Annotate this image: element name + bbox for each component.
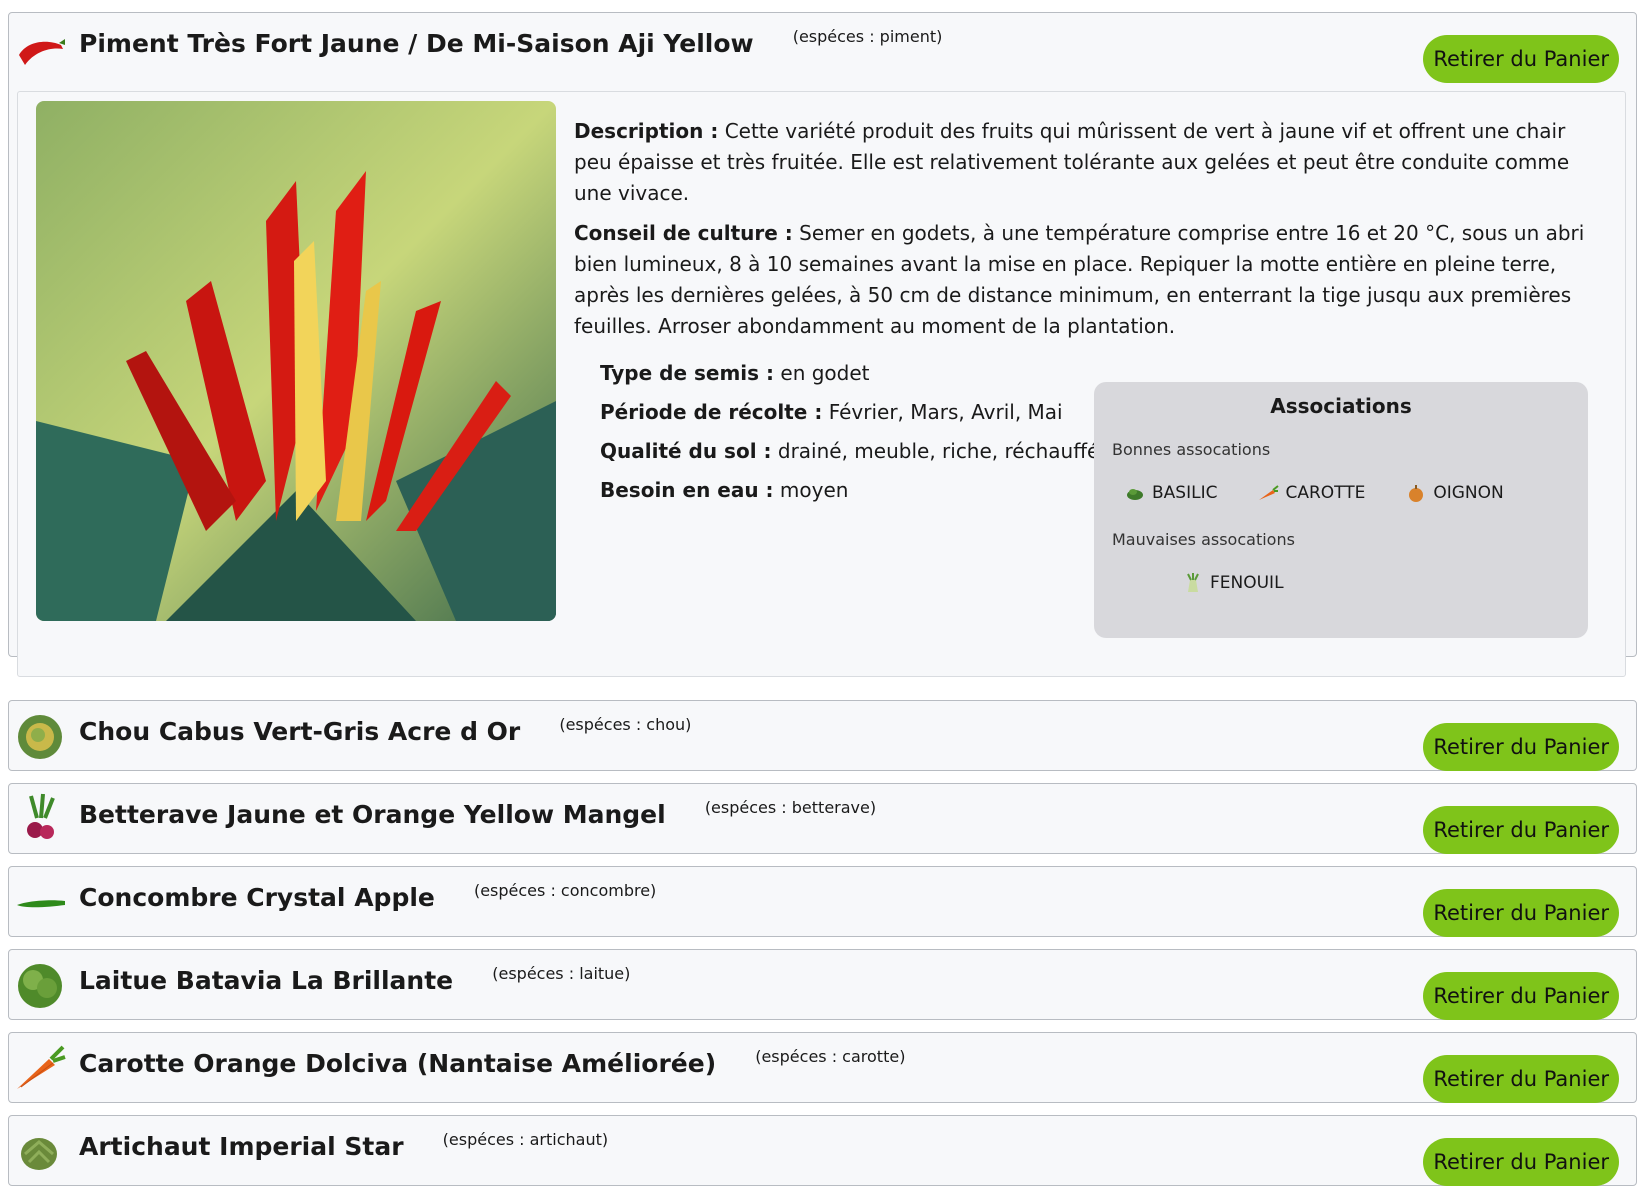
cabbage-icon: [13, 709, 67, 763]
fact-value: drainé, meuble, riche, réchauffé: [777, 439, 1100, 463]
item-title: Piment Très Fort Jaune / De Mi-Saison Aj…: [79, 29, 754, 58]
association-label: BASILIC: [1152, 483, 1218, 503]
fact-value: moyen: [779, 478, 849, 502]
fact-row: Type de semis : en godet: [600, 354, 1099, 393]
good-associations-label: Bonnes assocations: [1112, 440, 1271, 459]
item-species: (espéces : piment): [792, 27, 943, 46]
bad-associations: FENOUIL: [1182, 572, 1284, 594]
remove-from-cart-button[interactable]: Retirer du Panier: [1423, 723, 1619, 771]
onion-icon: [1409, 485, 1424, 502]
cart-item-laitue: Laitue Batavia La Brillante (espéces : l…: [8, 949, 1637, 1020]
carrot-icon: [1259, 485, 1280, 500]
description-text: Cette variété produit des fruits qui mûr…: [574, 119, 1570, 205]
chili-pepper-icon: [13, 21, 67, 75]
item-title: Concombre Crystal Apple: [79, 883, 435, 912]
lettuce-icon: [13, 958, 67, 1012]
cart-item-piment: Piment Très Fort Jaune / De Mi-Saison Aj…: [8, 12, 1637, 677]
item-species: (espéces : chou): [559, 715, 692, 734]
cart-item-artichaut: Artichaut Imperial Star (espéces : artic…: [8, 1115, 1637, 1186]
item-title: Betterave Jaune et Orange Yellow Mangel: [79, 800, 666, 829]
product-photo: [36, 101, 556, 621]
culture-label: Conseil de culture :: [574, 221, 793, 245]
item-description: Description : Cette variété produit des …: [574, 116, 1604, 351]
association-label: CAROTTE: [1285, 483, 1366, 503]
item-species: (espéces : laitue): [492, 964, 631, 983]
item-species: (espéces : betterave): [704, 798, 877, 817]
item-title: Artichaut Imperial Star: [79, 1132, 404, 1161]
associations-panel: Associations Bonnes assocations BASILIC …: [1094, 382, 1588, 638]
fact-label: Qualité du sol :: [600, 439, 772, 463]
fact-label: Type de semis :: [600, 361, 775, 385]
bad-associations-label: Mauvaises assocations: [1112, 530, 1295, 549]
fact-row: Besoin en eau : moyen: [600, 471, 1099, 510]
remove-from-cart-button[interactable]: Retirer du Panier: [1423, 889, 1619, 937]
association-label: OIGNON: [1433, 483, 1504, 503]
carrot-icon: [13, 1041, 67, 1095]
basil-icon: [1127, 489, 1143, 500]
cart-item-betterave: Betterave Jaune et Orange Yellow Mangel …: [8, 783, 1637, 854]
artichoke-icon: [13, 1124, 67, 1178]
association-carrot[interactable]: CAROTTE: [1257, 482, 1365, 504]
association-basil[interactable]: BASILIC: [1124, 482, 1217, 504]
remove-from-cart-button[interactable]: Retirer du Panier: [1423, 806, 1619, 854]
association-onion[interactable]: OIGNON: [1405, 482, 1504, 504]
remove-from-cart-button[interactable]: Retirer du Panier: [1423, 972, 1619, 1020]
fact-value: en godet: [780, 361, 870, 385]
item-species: (espéces : carotte): [755, 1047, 906, 1066]
good-associations: BASILIC CAROTTE OIGNON: [1124, 482, 1504, 504]
item-facts: Type de semis : en godet Période de réco…: [600, 354, 1099, 510]
remove-from-cart-button[interactable]: Retirer du Panier: [1423, 1138, 1619, 1186]
cucumber-icon: [13, 875, 67, 929]
remove-from-cart-button[interactable]: Retirer du Panier: [1423, 35, 1619, 83]
fact-value: Février, Mars, Avril, Mai: [828, 400, 1063, 424]
fact-row: Qualité du sol : drainé, meuble, riche, …: [600, 432, 1099, 471]
associations-title: Associations: [1270, 394, 1412, 418]
fact-label: Période de récolte :: [600, 400, 823, 424]
item-title: Laitue Batavia La Brillante: [79, 966, 454, 995]
item-species: (espéces : artichaut): [442, 1130, 609, 1149]
cart-item-concombre: Concombre Crystal Apple (espéces : conco…: [8, 866, 1637, 937]
description-label: Description :: [574, 119, 719, 143]
fact-row: Période de récolte : Février, Mars, Avri…: [600, 393, 1099, 432]
item-species: (espéces : concombre): [473, 881, 657, 900]
cart-item-chou: Chou Cabus Vert-Gris Acre d Or (espéces …: [8, 700, 1637, 771]
beet-icon: [13, 792, 67, 846]
fact-label: Besoin en eau :: [600, 478, 774, 502]
association-label: FENOUIL: [1210, 573, 1284, 593]
remove-from-cart-button[interactable]: Retirer du Panier: [1423, 1055, 1619, 1103]
association-fennel[interactable]: FENOUIL: [1182, 572, 1284, 594]
fennel-icon: [1187, 573, 1199, 592]
cart-item-carotte: Carotte Orange Dolciva (Nantaise Amélior…: [8, 1032, 1637, 1103]
item-title: Carotte Orange Dolciva (Nantaise Amélior…: [79, 1049, 717, 1078]
item-title: Chou Cabus Vert-Gris Acre d Or: [79, 717, 521, 746]
item-details: Description : Cette variété produit des …: [17, 91, 1626, 677]
